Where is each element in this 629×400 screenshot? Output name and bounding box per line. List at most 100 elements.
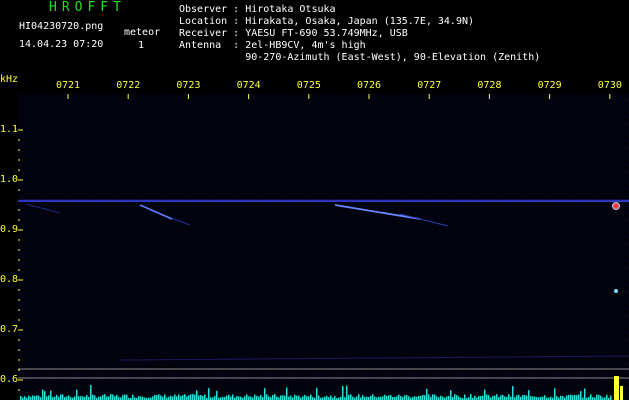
x-tick-label: 0726	[357, 80, 382, 91]
level-bar	[182, 395, 184, 400]
level-bar	[164, 394, 166, 400]
level-bar	[358, 394, 360, 400]
level-bar	[478, 396, 480, 400]
level-bar	[432, 394, 434, 400]
level-bar	[318, 395, 320, 400]
level-bar	[152, 396, 154, 400]
level-bar	[46, 396, 48, 400]
level-bar	[400, 396, 402, 400]
y-tick-label: 1.1	[0, 124, 19, 135]
level-bar	[176, 396, 178, 400]
x-tick-label: 0723	[176, 80, 201, 91]
level-bar	[266, 394, 268, 400]
y-tick-label: 0.9	[0, 224, 19, 235]
level-bar	[156, 395, 158, 400]
level-bar	[374, 396, 376, 400]
level-bar	[86, 395, 88, 400]
y-tick-label: 0.8	[0, 274, 19, 285]
level-bar	[418, 396, 420, 400]
axis-unit-label: kHz	[0, 74, 19, 85]
level-bar	[334, 396, 336, 400]
band-line-1	[119, 355, 629, 361]
level-bar	[230, 396, 232, 400]
level-bar	[56, 394, 58, 400]
level-bar	[162, 396, 164, 400]
faint-streak-1	[25, 203, 61, 214]
level-bar	[596, 394, 598, 400]
level-bar	[288, 396, 290, 400]
level-bar	[194, 394, 196, 400]
meteor-streak-1	[139, 204, 173, 220]
level-bar	[276, 396, 278, 400]
level-bar	[280, 395, 282, 400]
level-bar	[28, 395, 30, 400]
level-bar	[570, 394, 572, 400]
level-bar	[172, 396, 174, 400]
level-bar	[286, 387, 288, 400]
level-bar	[200, 394, 202, 400]
level-bar	[398, 394, 400, 400]
level-bar	[132, 394, 134, 400]
level-bar	[356, 396, 358, 400]
level-bar	[196, 390, 198, 400]
level-bar	[326, 395, 328, 400]
level-bar	[244, 396, 246, 400]
level-bar	[294, 394, 296, 400]
level-bar	[42, 389, 44, 400]
level-bar	[388, 395, 390, 400]
level-bar	[448, 395, 450, 400]
level-bar	[426, 388, 428, 400]
level-bar	[440, 395, 442, 400]
level-bar	[584, 388, 586, 400]
x-tick-label: 0729	[537, 80, 562, 91]
level-bar	[572, 395, 574, 400]
level-bar	[330, 395, 332, 400]
level-bar	[274, 394, 276, 400]
level-bar	[78, 396, 80, 400]
level-bar	[38, 395, 40, 400]
level-bar	[420, 395, 422, 400]
level-bar	[434, 394, 436, 400]
level-bar	[562, 396, 564, 400]
level-bar	[254, 394, 256, 400]
level-bar	[246, 394, 248, 400]
meteor-count: 1	[138, 40, 145, 51]
x-tick-label: 0722	[116, 80, 141, 91]
level-bar	[580, 391, 582, 400]
level-bar	[496, 394, 498, 400]
y-tick-label: 0.6	[0, 374, 19, 385]
level-bar	[524, 395, 526, 400]
level-bar	[116, 394, 118, 400]
level-bar	[526, 395, 528, 400]
level-bar	[94, 395, 96, 400]
level-bar	[372, 394, 374, 400]
level-bar	[186, 396, 188, 400]
level-bar	[436, 396, 438, 400]
level-bar	[154, 394, 156, 400]
meteor-streak-2b	[399, 213, 449, 227]
level-bar	[100, 396, 102, 400]
level-bar	[302, 396, 304, 400]
level-bar	[384, 394, 386, 400]
x-tick-label: 0730	[597, 80, 622, 91]
level-bar	[304, 394, 306, 400]
level-bar	[208, 388, 210, 400]
level-bar	[290, 395, 292, 400]
level-bar	[574, 394, 576, 400]
level-bar	[124, 394, 126, 400]
level-bar	[90, 385, 92, 400]
level-bar	[504, 396, 506, 400]
level-bar	[58, 396, 60, 400]
level-bar	[370, 395, 372, 400]
level-bar	[566, 395, 568, 400]
timestamp: 14.04.23 07:20	[19, 39, 104, 50]
level-bar	[362, 395, 364, 400]
antenna-line: Antenna : 2el-HB9CV, 4m's high	[179, 40, 366, 51]
x-tick-marks	[67, 94, 611, 99]
level-bar	[296, 395, 298, 400]
level-bar	[178, 394, 180, 400]
level-bar	[114, 396, 116, 400]
level-bar	[248, 396, 250, 400]
level-bar	[568, 394, 570, 400]
level-bar	[530, 396, 532, 400]
